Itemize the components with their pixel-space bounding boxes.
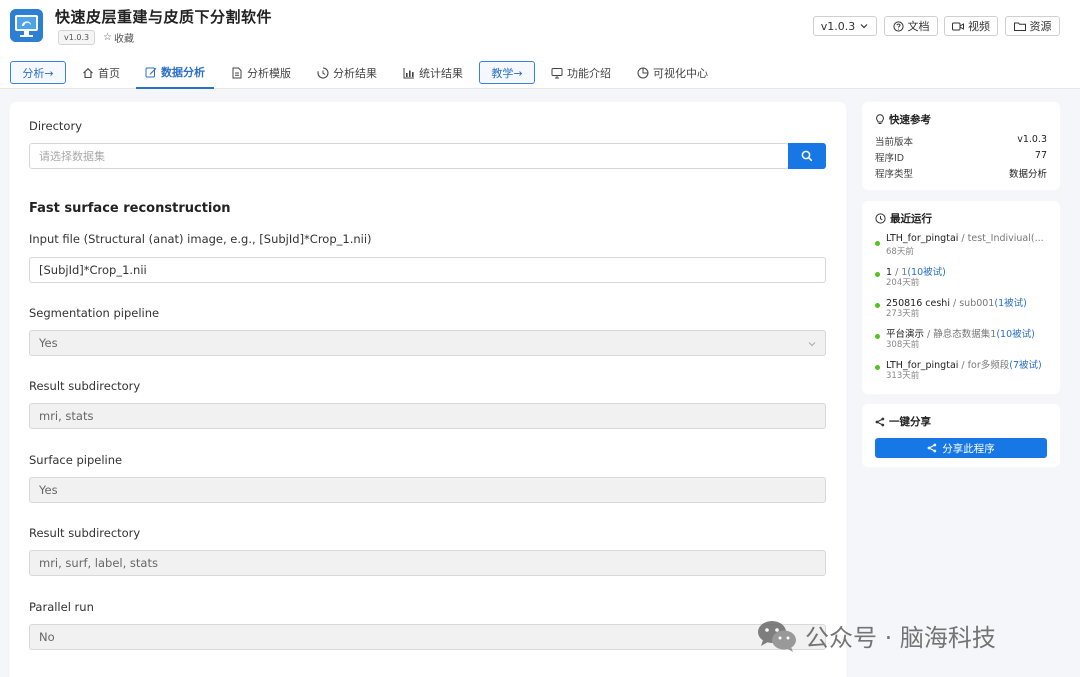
quick-reference-title-text: 快速参考: [889, 114, 931, 126]
search-icon: [801, 150, 813, 162]
surface-pipeline-field[interactable]: Yes: [29, 477, 826, 503]
app-logo-icon: [10, 9, 43, 42]
app-title: 快速皮层重建与皮质下分割软件: [55, 8, 273, 26]
input-file-field[interactable]: [SubjId]*Crop_1.nii: [29, 257, 826, 283]
help-circle-icon: [892, 20, 904, 32]
resources-button[interactable]: 资源: [1005, 16, 1060, 36]
edit-icon: [145, 67, 157, 77]
lightbulb-icon: [876, 114, 884, 124]
main-nav: 分析→ 首页 数据分析 分析模版 分析结果 统计结果 教学→ 功能介绍 可视化中…: [0, 56, 1080, 89]
directory-input[interactable]: 请选择数据集: [29, 143, 789, 169]
video-camera-icon: [952, 22, 964, 30]
chevron-down-icon: [860, 24, 868, 29]
result-subdir-label-1: Result subdirectory: [29, 379, 141, 393]
status-dot: [875, 365, 880, 370]
share-title: 一键分享: [875, 414, 931, 429]
teaching-nav-button[interactable]: 教学→: [479, 61, 535, 84]
resources-label: 资源: [1029, 20, 1052, 33]
favorite-label: 收藏: [113, 34, 134, 45]
favorite-button[interactable]: ☆ 收藏: [103, 30, 134, 45]
share-icon: [927, 443, 937, 453]
tab-home[interactable]: 首页: [82, 56, 120, 89]
tab-results-label: 分析结果: [333, 66, 377, 80]
clock-icon: [875, 213, 886, 224]
surface-pipeline-label: Surface pipeline: [29, 453, 123, 467]
docs-label: 文档: [907, 20, 930, 33]
video-label: 视频: [968, 20, 990, 33]
directory-label: Directory: [29, 119, 83, 133]
result-subdir-field-1[interactable]: mri, stats: [29, 403, 826, 429]
segmentation-label: Segmentation pipeline: [29, 306, 160, 320]
video-button[interactable]: 视频: [944, 16, 998, 36]
tab-templates-label: 分析模版: [247, 66, 291, 80]
app-header: 快速皮层重建与皮质下分割软件 v1.0.3 ☆ 收藏 v1.0.3 文档 视频 …: [0, 0, 1080, 56]
folder-icon: [1013, 22, 1026, 31]
share-program-label: 分享此程序: [942, 442, 995, 455]
share-icon: [875, 417, 885, 426]
bar-chart-icon: [403, 67, 414, 78]
quick-reference-card: 快速参考 当前版本 v1.0.3 程序ID 77 程序类型 数据分析: [862, 102, 1060, 190]
tab-data-analysis[interactable]: 数据分析: [136, 56, 214, 89]
quick-ref-row: 程序类型 数据分析: [875, 169, 1047, 180]
home-icon: [83, 67, 93, 78]
result-subdir-field-2[interactable]: mri, surf, label, stats: [29, 550, 826, 576]
segmentation-value: Yes: [39, 336, 58, 350]
result-subdir-label-2: Result subdirectory: [29, 526, 141, 540]
share-title-text: 一键分享: [889, 416, 931, 428]
share-card: 一键分享 分享此程序: [862, 404, 1060, 467]
monitor-icon: [551, 67, 563, 78]
share-program-button[interactable]: 分享此程序: [875, 438, 1047, 458]
quick-reference-title: 快速参考: [875, 112, 931, 127]
input-file-label: Input file (Structural (anat) image, e.g…: [29, 232, 372, 246]
tab-stats-label: 统计结果: [419, 66, 463, 80]
version-badge: v1.0.3: [58, 30, 96, 45]
parallel-run-label: Parallel run: [29, 600, 94, 614]
analysis-nav-button[interactable]: 分析→: [10, 61, 66, 84]
status-dot: [875, 334, 880, 339]
tab-features-label: 功能介绍: [567, 66, 611, 80]
recent-runs-card: 最近运行 LTH_for_pingtai / test_Indiviual(..…: [862, 201, 1060, 394]
tab-viz[interactable]: 可视化中心: [637, 56, 708, 89]
section-title: Fast surface reconstruction: [29, 201, 231, 216]
status-dot: [875, 303, 880, 308]
tab-viz-label: 可视化中心: [653, 66, 708, 80]
status-dot: [875, 241, 880, 246]
version-select-button[interactable]: v1.0.3: [813, 16, 877, 36]
wechat-icon: [758, 620, 796, 652]
directory-search-button[interactable]: [788, 143, 826, 169]
version-select-label: v1.0.3: [820, 19, 856, 33]
tab-templates[interactable]: 分析模版: [231, 56, 291, 89]
history-icon: [317, 66, 329, 79]
watermark-text: 公众号 · 脑海科技: [805, 624, 996, 652]
tab-features[interactable]: 功能介绍: [551, 56, 611, 89]
document-icon: [232, 67, 242, 78]
quick-ref-row: 当前版本 v1.0.3: [875, 134, 1047, 148]
segmentation-select[interactable]: Yes: [29, 330, 826, 356]
analysis-form-card: Directory 请选择数据集 Fast surface reconstruc…: [10, 102, 846, 677]
watermark: 公众号 · 脑海科技: [757, 618, 996, 653]
parallel-run-field[interactable]: No: [29, 624, 826, 650]
status-dot: [875, 272, 880, 277]
docs-button[interactable]: 文档: [884, 16, 938, 36]
recent-runs-title-text: 最近运行: [890, 213, 932, 225]
pie-chart-icon: [637, 67, 649, 78]
tab-stats[interactable]: 统计结果: [403, 56, 463, 89]
tab-data-analysis-label: 数据分析: [161, 65, 205, 79]
star-icon: ☆: [103, 32, 112, 43]
tab-results[interactable]: 分析结果: [317, 56, 377, 89]
quick-ref-row: 程序ID 77: [875, 150, 1047, 164]
recent-runs-title: 最近运行: [875, 211, 932, 226]
chevron-down-icon: [808, 342, 816, 347]
tab-home-label: 首页: [98, 66, 120, 80]
